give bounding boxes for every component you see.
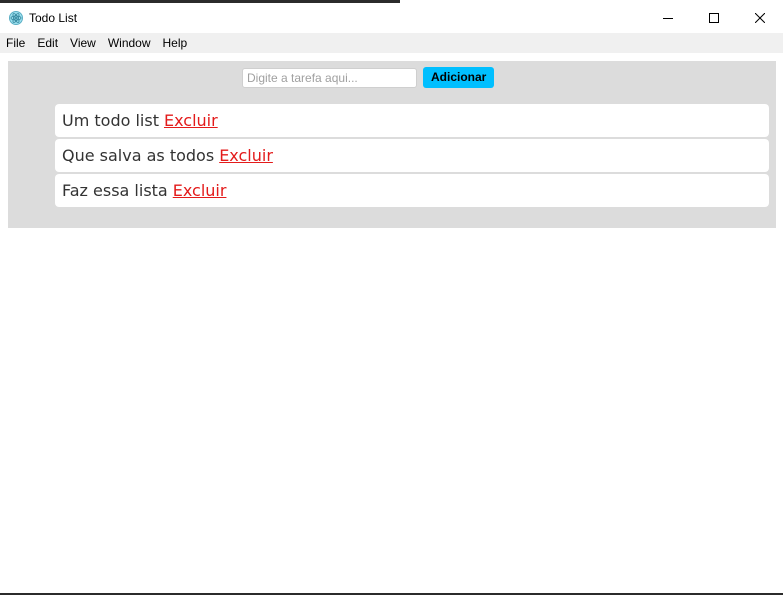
window-title: Todo List [29,11,78,25]
delete-link[interactable]: Excluir [173,181,227,200]
todo-text: Um todo list [62,111,159,130]
window-controls [645,3,783,33]
todo-text: Que salva as todos [62,146,215,165]
todo-list: Um todo list Excluir Que salva as todos … [55,104,769,209]
todo-panel: Adicionar Um todo list Excluir Que salva… [8,61,776,228]
title-bar[interactable]: Todo List [0,3,783,33]
delete-link[interactable]: Excluir [219,146,273,165]
app-window: Todo List File Edit View Window Help Dig… [0,0,783,595]
menu-window[interactable]: Window [102,33,157,53]
menu-view[interactable]: View [64,33,102,53]
minimize-button[interactable] [645,3,691,33]
minimize-icon [663,18,673,19]
todo-item: Faz essa lista Excluir [55,174,769,207]
task-input[interactable] [242,67,417,88]
todo-item: Um todo list Excluir [55,104,769,137]
maximize-button[interactable] [691,3,737,33]
menu-edit[interactable]: Edit [31,33,64,53]
electron-app-icon [9,11,23,25]
todo-text: Faz essa lista [62,181,168,200]
delete-link[interactable]: Excluir [164,111,218,130]
add-task-form: Adicionar [242,67,495,88]
menu-bar: File Edit View Window Help [0,33,783,53]
menu-file[interactable]: File [0,33,31,53]
close-button[interactable] [737,3,783,33]
todo-item: Que salva as todos Excluir [55,139,769,172]
close-icon [755,13,765,23]
maximize-icon [709,13,719,23]
menu-help[interactable]: Help [157,33,194,53]
add-button[interactable]: Adicionar [423,67,495,88]
